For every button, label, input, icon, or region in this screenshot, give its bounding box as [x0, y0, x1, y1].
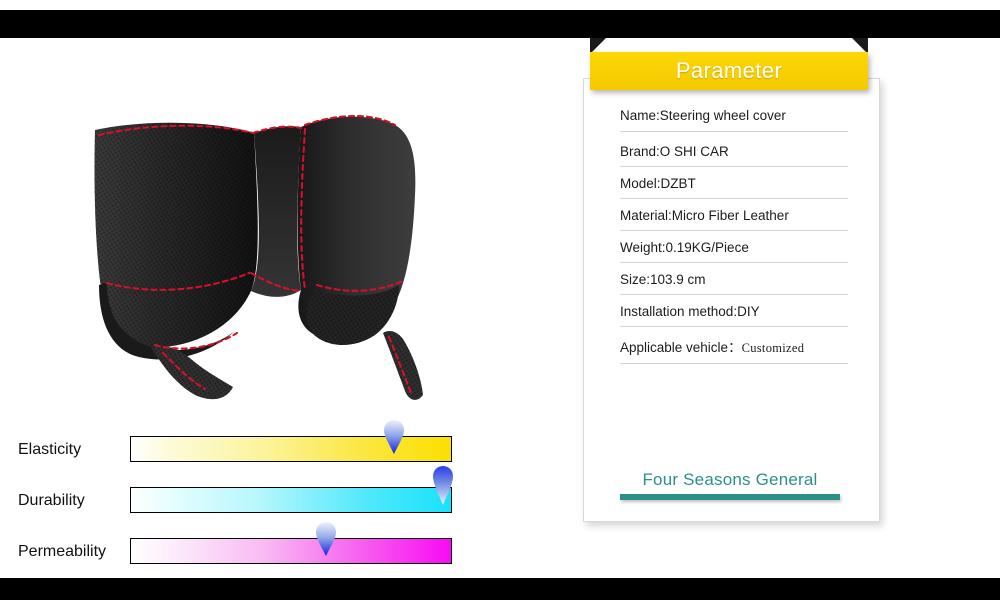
- attribute-row-elasticity: Elasticity: [18, 420, 458, 464]
- param-label: Name:Steering wheel cover: [620, 108, 786, 123]
- four-seasons-badge: Four Seasons General: [620, 470, 840, 500]
- param-row-name: Name:Steering wheel cover: [620, 108, 848, 132]
- param-label: Weight:0.19KG/Piece: [620, 240, 749, 255]
- parameter-banner: Parameter: [590, 52, 868, 90]
- parameter-banner-title: Parameter: [675, 58, 783, 83]
- attribute-label: Permeability: [18, 543, 107, 560]
- gauge-marker-icon[interactable]: [433, 465, 453, 505]
- param-row-model: Model:DZBT: [620, 176, 848, 199]
- param-row-material: Material:Micro Fiber Leather: [620, 208, 848, 231]
- four-seasons-underline: [620, 494, 840, 500]
- attribute-row-permeability: Permeability: [18, 522, 458, 566]
- attribute-label: Elasticity: [18, 441, 82, 458]
- param-row-weight: Weight:0.19KG/Piece: [620, 240, 848, 263]
- product-detail-page: Parameter Name:Steering wheel cover Bran…: [0, 0, 1000, 600]
- bottom-black-band: [0, 578, 1000, 600]
- param-row-size: Size:103.9 cm: [620, 272, 848, 295]
- four-seasons-label: Four Seasons General: [642, 470, 818, 489]
- param-value: Customized: [741, 341, 805, 355]
- gauge-marker-icon[interactable]: [384, 420, 404, 454]
- param-label: Installation method:DIY: [620, 304, 760, 319]
- param-label: Size:103.9 cm: [620, 272, 706, 287]
- attribute-row-durability: Durability: [18, 466, 458, 515]
- gauge-marker-icon[interactable]: [316, 522, 336, 556]
- param-row-applicable-vehicle: Applicable vehicle：Customized: [620, 336, 848, 364]
- product-image: [55, 85, 465, 405]
- param-row-brand: Brand:O SHI CAR: [620, 144, 848, 167]
- param-label: Material:Micro Fiber Leather: [620, 208, 789, 223]
- top-black-band: [0, 10, 1000, 38]
- param-label: Model:DZBT: [620, 176, 696, 191]
- attribute-gauge-durability[interactable]: [130, 487, 452, 513]
- param-label: Applicable vehicle：: [620, 340, 742, 355]
- attribute-gauge-permeability[interactable]: [130, 538, 452, 564]
- param-row-installation: Installation method:DIY: [620, 304, 848, 327]
- attribute-label: Durability: [18, 492, 85, 509]
- param-label: Brand:O SHI CAR: [620, 144, 729, 159]
- parameter-list: Name:Steering wheel cover Brand:O SHI CA…: [620, 108, 848, 373]
